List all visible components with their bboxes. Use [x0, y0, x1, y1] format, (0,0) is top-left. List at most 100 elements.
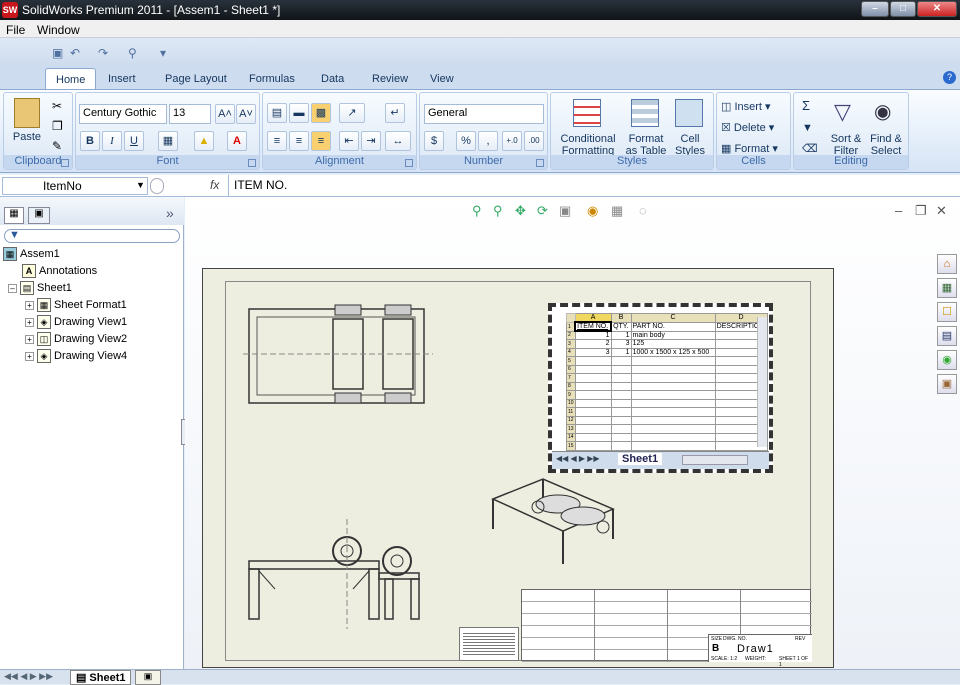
format-painter-icon[interactable]: ✎ [52, 139, 62, 153]
table-cell[interactable] [630, 373, 716, 383]
view-palette-icon[interactable]: ▤ [937, 326, 957, 346]
font-size-select[interactable]: 13 [169, 104, 211, 124]
hide-show-icon[interactable]: ◉ [587, 203, 598, 219]
conditional-formatting-button[interactable]: Conditional Formatting [553, 133, 623, 157]
col-letter[interactable]: A [574, 313, 612, 323]
table-cell[interactable]: 125 [630, 339, 716, 349]
col-letter[interactable]: C [630, 313, 716, 323]
table-cell[interactable] [630, 356, 716, 366]
col-letter[interactable]: B [610, 313, 632, 323]
table-row[interactable]: 13 [566, 424, 768, 434]
table-cell[interactable] [610, 441, 632, 451]
table-cell[interactable]: 1 [574, 330, 612, 340]
front-view-drawing[interactable] [245, 519, 430, 629]
horizontal-scrollbar[interactable] [682, 455, 748, 465]
table-cell[interactable] [574, 407, 612, 417]
redo-icon[interactable]: ↷ [98, 46, 108, 60]
notes-block[interactable] [459, 627, 519, 661]
percent-button[interactable]: % [456, 131, 476, 151]
table-cell[interactable] [630, 415, 716, 425]
table-cell[interactable] [610, 407, 632, 417]
display-style-icon[interactable]: ▣ [559, 203, 571, 219]
format-table-icon[interactable] [631, 99, 659, 127]
menu-window[interactable]: Window [37, 23, 80, 37]
vertical-scrollbar[interactable] [757, 317, 767, 447]
tree-item-drawing-view2[interactable]: + ◫ Drawing View2 [25, 331, 127, 347]
table-row[interactable]: 10 [566, 398, 768, 408]
font-launcher-icon[interactable] [248, 159, 256, 167]
row-number[interactable]: 6 [566, 364, 576, 374]
table-cell[interactable] [574, 441, 612, 451]
custom-properties-icon[interactable]: ▣ [937, 374, 957, 394]
grow-font-button[interactable]: A˄ [215, 104, 235, 124]
borders-icon[interactable]: ▦ [158, 131, 178, 151]
align-left-icon[interactable]: ≡ [267, 131, 287, 151]
minimize-button[interactable]: – [861, 1, 889, 17]
cut-icon[interactable]: ✂ [52, 99, 62, 113]
row-number[interactable]: 15 [566, 441, 576, 451]
table-cell[interactable] [630, 381, 716, 391]
delete-cells-button[interactable]: ☒ Delete ▾ [721, 122, 774, 134]
expand-panel-icon[interactable]: » [166, 205, 174, 221]
drawing-sheet[interactable]: A B C D 1 ITEM NO. QTY. PART NO. DESCRIP… [202, 268, 834, 668]
find-select-button[interactable]: Find & Select [866, 133, 906, 157]
drawing-area[interactable]: ⚲ ⚲ ✥ ⟳ ▣ ◉ ▦ ◌ – ❐ ✕ A B C D 1 ITEM NO.… [185, 197, 960, 669]
embedded-sheet-tab[interactable]: Sheet1 [618, 453, 663, 465]
table-cell[interactable] [610, 424, 632, 434]
name-box-dropdown-icon[interactable]: ▼ [136, 180, 145, 190]
cell-styles-icon[interactable] [675, 99, 703, 127]
table-row[interactable]: 9 [566, 390, 768, 400]
view-orientation-icon[interactable]: ▦ [611, 203, 623, 219]
wrap-text-icon[interactable]: ↵ [385, 103, 405, 123]
table-cell[interactable] [610, 390, 632, 400]
table-cell[interactable] [630, 432, 716, 442]
bom-grid[interactable]: A B C D 1 ITEM NO. QTY. PART NO. DESCRIP… [566, 313, 768, 451]
tab-data[interactable]: Data [311, 70, 354, 90]
table-cell[interactable]: 3 [610, 339, 632, 349]
tree-item-assem1[interactable]: ▦ Assem1 [3, 246, 60, 262]
customize-qat-icon[interactable]: ▾ [160, 46, 166, 60]
fill-color-icon[interactable]: ▲ [194, 131, 214, 151]
italic-button[interactable]: I [102, 131, 122, 151]
rotate-icon[interactable]: ⟳ [537, 203, 548, 219]
isometric-view-drawing[interactable] [483, 469, 623, 569]
table-row[interactable]: 11 [566, 407, 768, 417]
table-cell[interactable] [610, 432, 632, 442]
formula-input[interactable]: ITEM NO. [234, 178, 287, 192]
row-number[interactable]: 5 [566, 356, 576, 366]
autosum-button[interactable]: Σ [802, 99, 810, 112]
table-row[interactable]: 5 [566, 356, 768, 366]
sheet-nav-icons[interactable]: ◀◀ ◀ ▶ ▶▶ [556, 454, 600, 463]
table-row[interactable]: 15 [566, 441, 768, 451]
tab-insert[interactable]: Insert [98, 70, 146, 90]
zoom-area-icon[interactable]: ⚲ [493, 203, 503, 219]
table-cell[interactable] [630, 424, 716, 434]
tree-filter-input[interactable]: ▼ [4, 229, 180, 243]
increase-indent-icon[interactable]: ⇥ [361, 131, 381, 151]
formula-splitter[interactable] [150, 178, 164, 194]
sort-filter-button[interactable]: Sort & Filter [828, 133, 864, 157]
table-cell[interactable]: 1 [610, 330, 632, 340]
table-cell[interactable] [630, 364, 716, 374]
undo-icon[interactable]: ↶ [70, 46, 80, 60]
font-name-select[interactable]: Century Gothic [79, 104, 167, 124]
tree-item-annotations[interactable]: A Annotations [22, 263, 97, 279]
doc-close-button[interactable]: ✕ [936, 203, 947, 219]
table-cell[interactable] [574, 381, 612, 391]
orientation-icon[interactable]: ↗ [339, 103, 365, 123]
cell-styles-button[interactable]: Cell Styles [669, 133, 711, 157]
close-button[interactable]: ✕ [917, 1, 957, 17]
table-cell[interactable] [574, 415, 612, 425]
feature-tree-tab-icon[interactable]: ▦ [4, 207, 24, 224]
row-number[interactable]: 8 [566, 381, 576, 391]
table-cell[interactable] [574, 356, 612, 366]
sort-filter-icon[interactable]: ▽ [834, 99, 858, 125]
table-row[interactable]: 12 [566, 415, 768, 425]
conditional-formatting-icon[interactable] [573, 99, 601, 127]
decrease-decimal-icon[interactable]: .00 [524, 131, 544, 151]
property-manager-tab-icon[interactable]: ▣ [28, 207, 50, 224]
expand-icon[interactable]: + [25, 300, 34, 310]
table-cell[interactable] [630, 398, 716, 408]
clipboard-launcher-icon[interactable] [61, 159, 69, 167]
align-bottom-icon[interactable]: ▩ [311, 103, 331, 123]
